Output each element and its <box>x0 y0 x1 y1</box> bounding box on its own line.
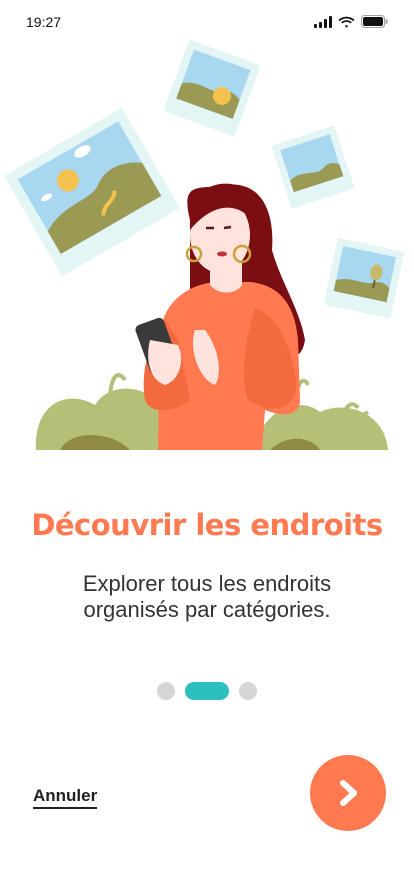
subtitle-line-1: Explorer tous les endroits <box>82 571 332 596</box>
chevron-right-icon <box>340 780 357 806</box>
photo-card-large <box>4 107 180 277</box>
woman-figure <box>135 183 305 450</box>
onboarding-illustration <box>4 40 405 450</box>
page-dot[interactable] <box>157 682 175 700</box>
status-time: 19:27 <box>26 14 62 30</box>
onboarding-title: Découvrir les endroits <box>31 508 383 542</box>
page-dot[interactable] <box>239 682 257 700</box>
photo-card-right-bottom <box>323 237 405 319</box>
cellular-signal-icon <box>314 15 332 28</box>
page-indicator <box>0 682 414 700</box>
photo-card-top <box>163 40 261 137</box>
battery-icon <box>361 15 388 28</box>
wifi-icon <box>338 16 355 28</box>
status-icons <box>314 15 388 28</box>
photo-card-right-top <box>271 125 355 209</box>
onboarding-subtitle: Explorer tous les endroits organisés par… <box>0 571 414 623</box>
next-button[interactable] <box>310 755 386 831</box>
cancel-link[interactable]: Annuler <box>33 786 98 809</box>
subtitle-line-2: organisés par catégories. <box>83 597 331 622</box>
page-dot-active[interactable] <box>185 682 229 700</box>
status-bar: 19:27 <box>0 0 414 44</box>
